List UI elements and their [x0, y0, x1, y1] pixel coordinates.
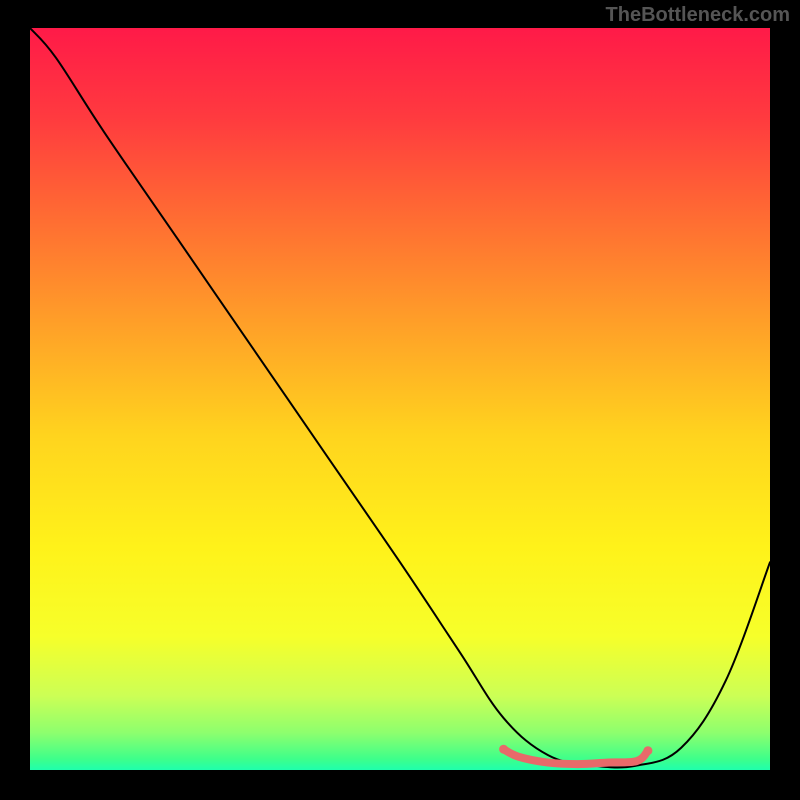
chart-svg: [30, 28, 770, 770]
plot-area: [30, 28, 770, 770]
watermark-text: TheBottleneck.com: [606, 4, 790, 27]
plot-inner: [30, 28, 770, 770]
chart-frame: TheBottleneck.com: [0, 0, 800, 800]
highlight-end-dot: [499, 745, 508, 754]
gradient-background: [30, 28, 770, 770]
highlight-end-dot: [643, 746, 652, 755]
